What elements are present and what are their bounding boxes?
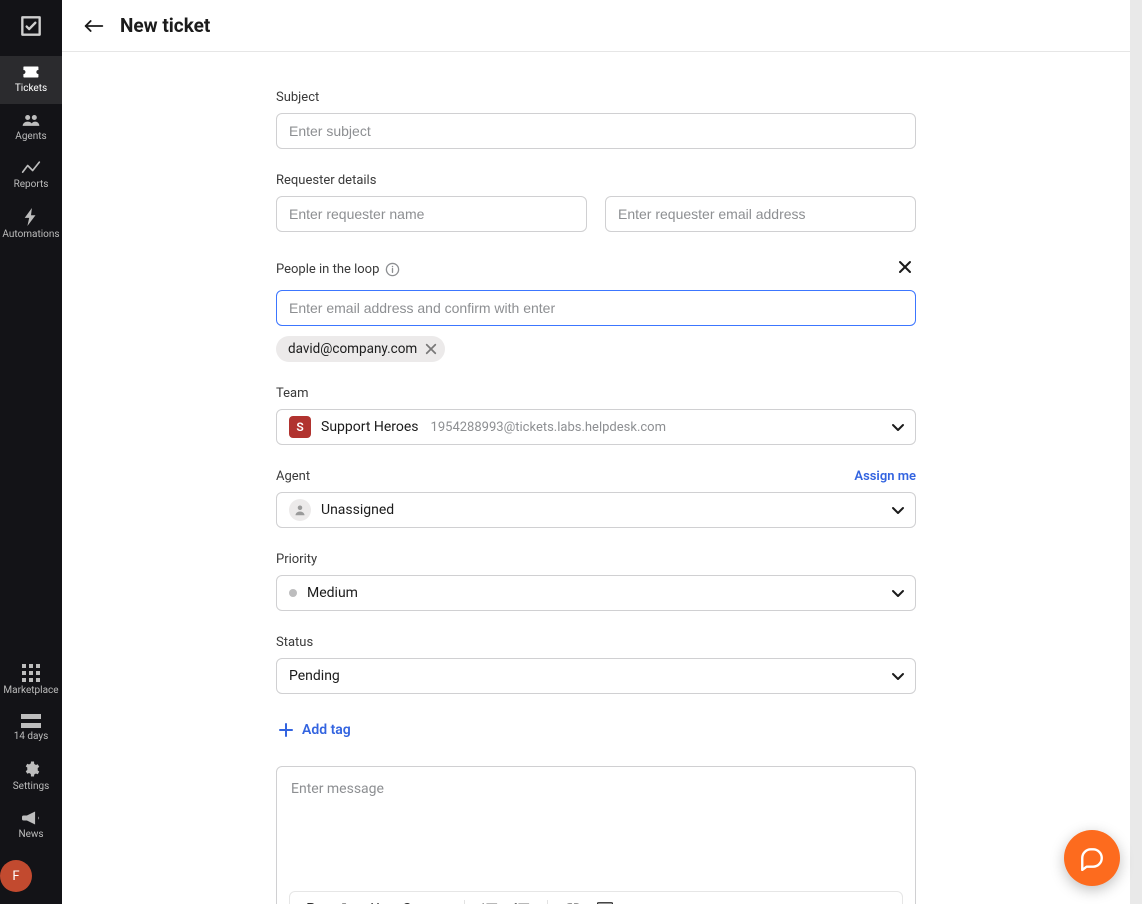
card-icon <box>21 714 41 728</box>
link-button[interactable] <box>558 895 588 904</box>
strike-button[interactable]: S <box>392 895 422 904</box>
priority-label: Priority <box>276 552 916 567</box>
nav-trial[interactable]: 14 days <box>0 706 62 752</box>
italic-button[interactable]: I <box>328 895 358 904</box>
people-clear-button[interactable] <box>894 256 916 282</box>
page-title: New ticket <box>120 14 210 37</box>
chevron-down-icon <box>891 420 905 434</box>
message-placeholder: Enter message <box>291 781 901 797</box>
bolt-icon <box>24 208 38 226</box>
nav-settings[interactable]: Settings <box>0 752 62 802</box>
assign-me-link[interactable]: Assign me <box>854 469 916 484</box>
people-input[interactable] <box>276 290 916 326</box>
toolbar-separator <box>547 900 548 904</box>
chat-fab[interactable] <box>1064 830 1120 886</box>
nav-label-agents: Agents <box>15 131 46 142</box>
close-icon <box>425 343 437 355</box>
requester-label: Requester details <box>276 173 916 188</box>
main: New ticket Subject Requester details <box>62 0 1130 904</box>
agents-icon <box>21 112 41 128</box>
image-button[interactable] <box>590 895 620 904</box>
ordered-list-button[interactable]: 123 <box>475 895 505 904</box>
bold-button[interactable]: B <box>296 895 326 904</box>
nav-label-settings: Settings <box>13 781 50 792</box>
priority-select[interactable]: Medium <box>276 575 916 611</box>
nav-marketplace[interactable]: Marketplace <box>0 656 62 706</box>
grid-icon <box>22 664 40 682</box>
megaphone-icon <box>22 810 40 826</box>
info-icon[interactable] <box>385 262 400 277</box>
close-icon <box>898 260 912 274</box>
nav-reports[interactable]: Reports <box>0 152 62 200</box>
nav-automations[interactable]: Automations <box>0 200 62 250</box>
people-chip[interactable]: david@company.com <box>276 336 445 362</box>
nav-label-tickets: Tickets <box>15 83 47 94</box>
chevron-down-icon <box>891 586 905 600</box>
subject-label: Subject <box>276 90 916 105</box>
chat-icon <box>1079 845 1105 871</box>
status-label: Status <box>276 635 916 650</box>
team-label: Team <box>276 386 916 401</box>
nav-label-automations: Automations <box>2 229 59 240</box>
people-label: People in the loop <box>276 262 400 277</box>
nav-label-trial: 14 days <box>14 731 49 742</box>
nav-label-news: News <box>18 829 43 840</box>
arrow-left-icon <box>84 18 104 34</box>
toolbar-separator <box>464 900 465 904</box>
nav-tickets[interactable]: Tickets <box>0 56 62 104</box>
team-select[interactable]: S Support Heroes 1954288993@tickets.labs… <box>276 409 916 445</box>
back-button[interactable] <box>84 18 104 34</box>
requester-email-input[interactable] <box>605 196 916 232</box>
message-editor[interactable]: Enter message B I U S 123 <box>276 766 916 904</box>
people-label-text: People in the loop <box>276 262 379 277</box>
editor-toolbar: B I U S 123 <box>289 891 903 904</box>
status-select[interactable]: Pending <box>276 658 916 694</box>
team-badge: S <box>289 416 311 438</box>
team-value: Support Heroes <box>321 419 419 435</box>
underline-button[interactable]: U <box>360 895 390 904</box>
chevron-down-icon <box>891 503 905 517</box>
agent-label: Agent <box>276 469 310 484</box>
team-value-email: 1954288993@tickets.labs.helpdesk.com <box>431 420 666 435</box>
status-value: Pending <box>289 668 340 684</box>
subject-input[interactable] <box>276 113 916 149</box>
agent-value: Unassigned <box>321 502 394 518</box>
nav-label-reports: Reports <box>14 179 49 190</box>
requester-name-input[interactable] <box>276 196 587 232</box>
app-logo[interactable] <box>13 8 49 44</box>
gear-icon <box>22 760 40 778</box>
nav-news[interactable]: News <box>0 802 62 850</box>
priority-dot-icon <box>289 589 297 597</box>
add-tag-button[interactable]: Add tag <box>276 718 916 742</box>
agent-select[interactable]: Unassigned <box>276 492 916 528</box>
reports-icon <box>21 160 41 176</box>
ticket-icon <box>21 64 41 80</box>
bullet-list-button[interactable] <box>507 895 537 904</box>
people-chip-text: david@company.com <box>288 341 417 357</box>
nav-label-marketplace: Marketplace <box>3 685 58 696</box>
nav-agents[interactable]: Agents <box>0 104 62 152</box>
priority-value: Medium <box>307 585 358 601</box>
chevron-down-icon <box>891 669 905 683</box>
code-button[interactable] <box>424 895 454 904</box>
header: New ticket <box>62 0 1130 52</box>
sidebar: Tickets Agents Reports Automations Marke… <box>0 0 62 904</box>
agent-avatar-icon <box>289 499 311 521</box>
chip-remove-button[interactable] <box>425 343 437 355</box>
user-avatar[interactable]: F <box>0 860 32 892</box>
plus-icon <box>278 722 294 738</box>
add-tag-label: Add tag <box>302 722 351 738</box>
